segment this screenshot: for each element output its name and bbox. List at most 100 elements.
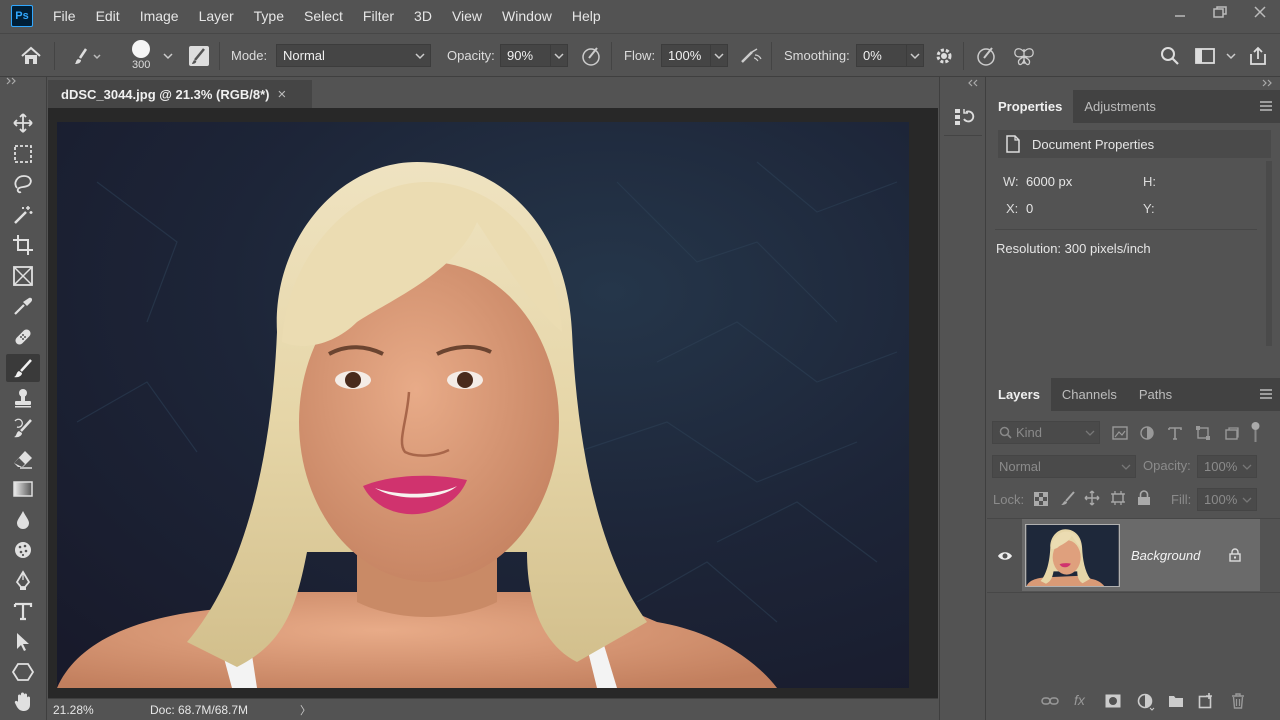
lock-artboard-icon[interactable] [1110,490,1126,506]
tab-adjustments[interactable]: Adjustments [1073,90,1167,123]
frame-tool[interactable] [6,262,40,290]
opacity-input[interactable]: 90% [500,44,551,67]
move-tool[interactable] [6,109,40,137]
menu-file[interactable]: File [43,0,86,32]
filter-shape-icon[interactable] [1195,425,1211,441]
lock-all-icon[interactable] [1137,490,1151,506]
menu-window[interactable]: Window [492,0,562,32]
filter-toggle[interactable] [1251,421,1260,443]
collapse-panels-button[interactable] [1262,79,1274,87]
status-menu-button[interactable]: 〉 [300,702,311,718]
tool-preset-button[interactable] [72,34,102,77]
pen-tool[interactable] [6,567,40,595]
filter-smart-object-icon[interactable] [1224,425,1240,441]
lasso-tool[interactable] [6,170,40,198]
history-panel-button[interactable] [953,106,975,128]
zoom-level[interactable]: 21.28% [53,703,105,717]
delete-layer-icon[interactable] [1231,693,1245,709]
mode-select[interactable]: Normal [276,44,431,67]
photoshop-logo[interactable]: Ps [11,5,33,27]
menu-select[interactable]: Select [294,0,353,32]
x-value[interactable]: 0 [1026,201,1033,216]
opacity-dropdown[interactable] [550,44,568,67]
smoothing-input[interactable]: 0% [856,44,907,67]
pressure-opacity-button[interactable] [580,34,602,77]
minimize-button[interactable] [1160,0,1200,24]
filter-pixel-icon[interactable] [1112,425,1128,441]
workspace-button[interactable] [1195,34,1215,77]
brush-tool[interactable] [6,354,40,382]
shape-tool[interactable] [6,658,40,686]
layer-opacity-input[interactable]: 100% [1197,455,1257,478]
tab-channels[interactable]: Channels [1051,378,1128,411]
search-button[interactable] [1160,34,1180,77]
brush-size-dropdown[interactable] [163,34,173,77]
new-group-icon[interactable] [1168,694,1184,708]
menu-layer[interactable]: Layer [189,0,244,32]
lock-position-icon[interactable] [1084,490,1100,506]
menu-image[interactable]: Image [130,0,189,32]
path-selection-tool[interactable] [6,628,40,656]
menu-help[interactable]: Help [562,0,611,32]
new-adjustment-icon[interactable] [1137,693,1155,711]
blend-mode-select[interactable]: Normal [992,455,1136,478]
type-tool[interactable] [6,597,40,625]
brush-settings-toggle[interactable] [188,34,210,77]
flow-dropdown[interactable] [710,44,728,67]
layer-row-background[interactable]: Background [987,519,1280,592]
smoothing-options-button[interactable] [934,34,954,77]
airbrush-button[interactable] [739,34,763,77]
menu-3d[interactable]: 3D [404,0,442,32]
layer-style-button[interactable]: fx [1074,692,1085,708]
blur-tool[interactable] [6,506,40,534]
layer-name[interactable]: Background [1131,548,1200,563]
document-tab[interactable]: dDSC_3044.jpg @ 21.3% (RGB/8*) × [48,80,312,108]
link-layers-icon[interactable] [1041,695,1059,707]
layer-filter-select[interactable]: Kind [992,421,1100,444]
fill-input[interactable]: 100% [1197,488,1257,511]
tab-paths[interactable]: Paths [1128,378,1183,411]
magic-wand-tool[interactable] [6,201,40,229]
flow-input[interactable]: 100% [661,44,711,67]
panel-menu-icon[interactable] [1260,101,1272,111]
menu-view[interactable]: View [442,0,492,32]
sponge-tool[interactable] [6,536,40,564]
filter-type-icon[interactable] [1167,425,1183,441]
new-layer-icon[interactable] [1198,693,1214,709]
width-value[interactable]: 6000 px [1026,174,1072,189]
gradient-tool[interactable] [6,475,40,503]
menu-filter[interactable]: Filter [353,0,404,32]
healing-brush-tool[interactable] [6,323,40,351]
history-brush-tool[interactable] [6,414,40,442]
close-window-button[interactable] [1240,0,1280,24]
properties-scrollbar[interactable] [1266,161,1272,346]
lock-pixels-icon[interactable] [1060,490,1076,506]
crop-tool[interactable] [6,231,40,259]
eyedropper-tool[interactable] [6,292,40,320]
add-mask-icon[interactable] [1105,694,1121,708]
close-tab-button[interactable]: × [277,86,286,103]
filter-adjustment-icon[interactable] [1139,425,1155,441]
marquee-tool[interactable] [6,140,40,168]
tab-layers[interactable]: Layers [987,378,1051,411]
image-canvas[interactable] [57,122,909,688]
visibility-eye-icon[interactable] [997,550,1013,562]
lock-transparent-icon[interactable] [1034,492,1048,506]
smoothing-dropdown[interactable] [906,44,924,67]
share-button[interactable] [1248,34,1268,77]
menu-edit[interactable]: Edit [86,0,130,32]
eraser-tool[interactable] [6,445,40,473]
home-button[interactable] [20,34,42,77]
brush-size-picker[interactable]: 300 [132,34,150,77]
clone-stamp-tool[interactable] [6,384,40,412]
pressure-size-button[interactable] [975,34,997,77]
hand-tool[interactable] [6,688,40,716]
collapse-toolbar-button[interactable] [6,77,18,85]
tab-properties[interactable]: Properties [987,90,1074,123]
collapse-dock-button[interactable] [968,79,980,87]
panel-menu-icon[interactable] [1260,389,1272,399]
menu-type[interactable]: Type [244,0,294,32]
symmetry-button[interactable] [1012,34,1036,77]
workspace-dropdown[interactable] [1226,34,1236,77]
restore-button[interactable] [1200,0,1240,24]
